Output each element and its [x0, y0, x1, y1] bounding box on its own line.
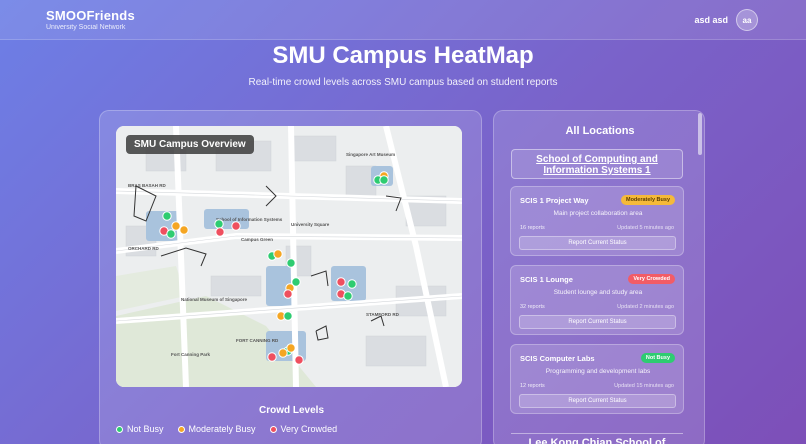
legend-label-very-crowded: Very Crowded [280, 424, 338, 434]
crowd-marker-moderately-busy[interactable] [273, 249, 283, 259]
updated-time: Updated 15 minutes ago [614, 383, 674, 389]
legend-label-not-busy: Not Busy [127, 424, 164, 434]
crowd-marker-not-busy[interactable] [286, 258, 296, 268]
status-badge: Not Busy [640, 353, 675, 363]
map-label-bras-basah: BRAS BASAH RD [128, 183, 167, 188]
crowd-marker-very-crowded[interactable] [215, 227, 225, 237]
green-dot-icon [116, 425, 123, 433]
location-card: SCIS 1 Project Way Moderately Busy Main … [510, 186, 684, 256]
crowd-marker-very-crowded[interactable] [294, 355, 304, 365]
legend-label-moderately-busy: Moderately Busy [188, 424, 256, 434]
page-title: SMU Campus HeatMap [272, 42, 534, 69]
crowd-marker-not-busy[interactable] [343, 291, 353, 301]
user-name: asd asd [694, 15, 728, 25]
top-navigation-bar: SMOOFriends University Social Network as… [0, 0, 806, 40]
red-dot-icon [269, 425, 277, 433]
crowd-marker-moderately-busy[interactable] [286, 343, 296, 353]
location-card: SCIS 1 Lounge Very Crowded Student loung… [510, 265, 684, 335]
crowd-marker-not-busy[interactable] [162, 211, 172, 221]
location-description: Main project collaboration area [553, 210, 643, 217]
location-name: SCIS Computer Labs [520, 354, 595, 363]
crowd-marker-not-busy[interactable] [347, 279, 357, 289]
school-link-scis[interactable]: School of Computing and Information Syst… [511, 149, 683, 179]
map-label-sis: School of Information Systems [216, 217, 283, 222]
map-label-fort-canning-park: Fort Canning Park [171, 352, 211, 357]
map-label-university-square: University Square [291, 222, 330, 227]
crowd-marker-not-busy[interactable] [214, 219, 224, 229]
report-count: 16 reports [520, 225, 545, 231]
crowd-marker-moderately-busy[interactable] [171, 221, 181, 231]
report-status-button[interactable]: Report Current Status [519, 394, 676, 408]
map-panel: BRAS BASAH RD ORCHARD RD STAMFORD RD FOR… [99, 110, 482, 444]
location-description: Student lounge and study area [553, 289, 643, 296]
map-label-fort-canning-rd: FORT CANNING RD [236, 338, 279, 343]
crowd-marker-moderately-busy[interactable] [278, 348, 288, 358]
school-link-lkcsb[interactable]: Lee Kong Chian School of [511, 433, 683, 444]
map-overview-label: SMU Campus Overview [126, 135, 254, 154]
crowd-marker-not-busy[interactable] [379, 175, 389, 185]
user-menu[interactable]: asd asd aa [694, 9, 758, 31]
report-status-button[interactable]: Report Current Status [519, 315, 676, 329]
crowd-marker-very-crowded[interactable] [231, 221, 241, 231]
crowd-marker-moderately-busy[interactable] [179, 225, 189, 235]
location-card: SCIS Computer Labs Not Busy Programming … [510, 344, 684, 414]
locations-panel[interactable]: All Locations School of Computing and In… [493, 110, 705, 444]
campus-map-canvas[interactable]: BRAS BASAH RD ORCHARD RD STAMFORD RD FOR… [116, 126, 462, 387]
crowd-marker-not-busy[interactable] [166, 229, 176, 239]
legend-item-not-busy: Not Busy [116, 424, 164, 434]
brand[interactable]: SMOOFriends University Social Network [46, 8, 135, 31]
crowd-marker-not-busy[interactable] [283, 311, 293, 321]
legend-title: Crowd Levels [258, 405, 325, 416]
crowd-marker-very-crowded[interactable] [336, 277, 346, 287]
status-badge: Moderately Busy [620, 195, 675, 205]
updated-time: Updated 5 minutes ago [617, 225, 674, 231]
map-label-national-museum: National Museum of Singapore [181, 297, 248, 302]
map-label-stamford: STAMFORD RD [366, 312, 400, 317]
report-status-button[interactable]: Report Current Status [519, 236, 676, 250]
legend-item-moderately-busy: Moderately Busy [177, 424, 256, 434]
map-label-art-museum: Singapore Art Museum [346, 152, 395, 157]
locations-title: All Locations [565, 125, 635, 137]
crowd-marker-very-crowded[interactable] [283, 289, 293, 299]
location-name: SCIS 1 Lounge [520, 275, 573, 284]
avatar[interactable]: aa [736, 9, 758, 31]
orange-dot-icon [177, 425, 185, 433]
legend: Not Busy Moderately Busy Very Crowded [116, 424, 337, 434]
campus-map[interactable]: BRAS BASAH RD ORCHARD RD STAMFORD RD FOR… [116, 126, 462, 387]
report-count: 12 reports [520, 383, 545, 389]
page-subtitle: Real-time crowd levels across SMU campus… [248, 77, 558, 88]
legend-item-very-crowded: Very Crowded [269, 424, 338, 434]
location-description: Programming and development labs [545, 368, 651, 375]
location-name: SCIS 1 Project Way [520, 196, 589, 205]
map-label-orchard: ORCHARD RD [128, 246, 159, 251]
map-label-campus-green: Campus Green [241, 237, 273, 242]
updated-time: Updated 2 minutes ago [617, 304, 674, 310]
crowd-marker-very-crowded[interactable] [267, 352, 277, 362]
brand-name: SMOOFriends [46, 8, 135, 23]
report-count: 32 reports [520, 304, 545, 310]
brand-tagline: University Social Network [46, 24, 126, 31]
status-badge: Very Crowded [628, 274, 675, 284]
